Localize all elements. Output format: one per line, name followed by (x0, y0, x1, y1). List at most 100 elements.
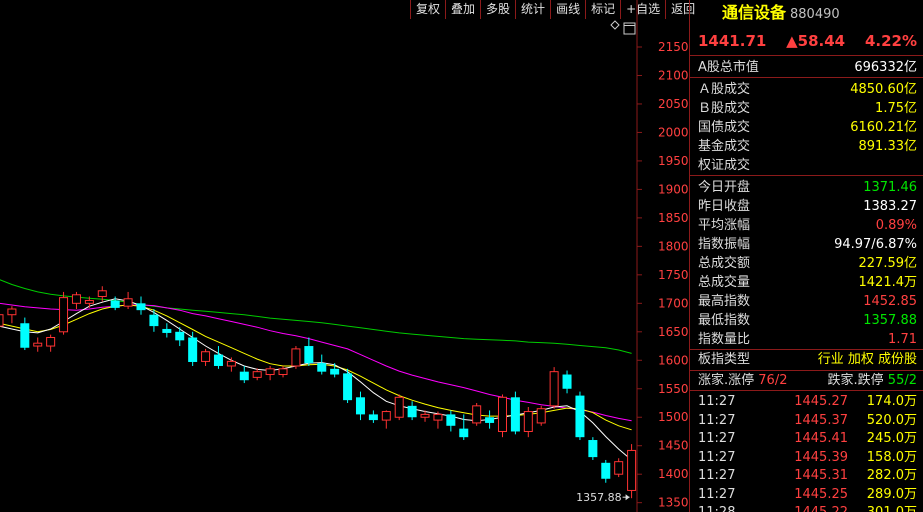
tick-time: 11:28 (698, 504, 758, 512)
stat-value: 94.97/6.87% (834, 237, 917, 252)
index-name: 通信设备 (722, 3, 787, 22)
tick-volume: 282.0万 (866, 468, 917, 483)
tick-volume: 245.0万 (866, 431, 917, 446)
candle-body-down (20, 323, 30, 348)
price-tick-label: 1700 (658, 296, 689, 310)
tick-row: 11:27 1445.25 289.0万 (690, 486, 923, 505)
tick-price: 1445.31 (794, 468, 848, 483)
candle-body-up (226, 360, 236, 367)
candle-body-up (381, 411, 391, 421)
turnover-value: 891.33亿 (858, 139, 918, 154)
last-price: 1441.71 (698, 31, 767, 50)
stat-row: 今日开盘 1371.46 (690, 178, 923, 197)
candle-body-down (459, 428, 469, 438)
candle-body-up (7, 308, 17, 316)
turnover-label: 基金成交 (698, 139, 751, 154)
tick-row: 11:27 1445.37 520.0万 (690, 412, 923, 431)
candle-body-up (265, 368, 275, 376)
candle-body-down (304, 346, 314, 364)
candle-body-up (536, 408, 546, 424)
market-cap-row: A股总市值 696332亿 (690, 56, 923, 78)
stat-row: 指数量比 1.71 (690, 330, 923, 349)
candle-body-up (291, 348, 301, 367)
candle-body-down (149, 314, 159, 327)
stat-value: 1371.46 (863, 180, 917, 195)
stat-label: 今日开盘 (698, 180, 751, 195)
tick-price: 1445.39 (794, 449, 848, 465)
candle-body-up (523, 411, 533, 432)
turnover-row: 权证成交 (690, 156, 923, 175)
stat-value: 227.59亿 (858, 256, 918, 271)
candle-body-up (46, 336, 56, 347)
stat-value: 0.89% (875, 218, 917, 233)
candle-body-down (330, 368, 340, 375)
price-tick-label: 1350 (658, 496, 689, 510)
kline-chart[interactable]: 2150 2100 2050 2000 1950 1900 1850 1800 1750 1700… (0, 0, 689, 512)
low-arrow-head (625, 494, 630, 501)
candle-body-up (420, 413, 430, 418)
stat-row: 昨日收盘 1383.27 (690, 197, 923, 216)
candle-body-up (33, 342, 43, 347)
candle-body-down (446, 414, 456, 426)
price-tick-label: 1650 (658, 325, 689, 339)
candle-body-up (394, 396, 404, 418)
price-change: ▲58.44 (786, 31, 846, 50)
tick-row: 11:27 1445.27 174.0万 (690, 393, 923, 412)
stat-row: 最低指数 1357.88 (690, 311, 923, 330)
candle-body-up (549, 371, 559, 407)
stat-row: 最高指数 1452.85 (690, 292, 923, 311)
kline-svg[interactable]: 2150 2100 2050 2000 1950 1900 1850 1800 1750 1700… (0, 0, 689, 512)
candle-body-down (188, 337, 198, 362)
price-tick-label: 1500 (658, 410, 689, 424)
stat-value: 1.71 (888, 332, 917, 347)
price-tick-label: 1800 (658, 239, 689, 253)
board-type-value[interactable]: 行业 加权 成份股 (818, 350, 917, 370)
low-price-annotation: 1357.88 (576, 491, 622, 504)
ma-magenta-line (0, 302, 632, 422)
tick-time: 11:27 (698, 449, 736, 465)
candle-body-down (588, 440, 598, 458)
ma-green-line (0, 279, 632, 354)
board-type-label: 板指类型 (698, 352, 751, 367)
turnover-row: Ｂ股成交 1.75亿 (690, 99, 923, 118)
candle-body-down (239, 371, 249, 381)
tick-price: 1445.25 (794, 486, 848, 502)
market-cap-value: 696332亿 (854, 60, 917, 75)
tick-list[interactable]: 11:27 1445.27 174.0万 11:27 1445.37 520.0万 11:2… (690, 391, 923, 512)
candle-body-up (97, 290, 107, 297)
candle-body-up (201, 351, 211, 362)
limit-up-label: 涨家.涨停 (698, 373, 755, 388)
stat-value: 1452.85 (863, 294, 917, 309)
price-tick-label: 1950 (658, 154, 689, 168)
tick-row: 11:27 1445.39 158.0万 (690, 449, 923, 468)
tick-row: 11:281445.22301.0万 (690, 504, 923, 512)
index-header: 通信设备 880490 (690, 0, 923, 26)
turnover-label: Ａ股成交 (698, 82, 751, 97)
stat-value: 1357.88 (863, 313, 917, 328)
ma-white-line (0, 298, 632, 461)
limit-row: 涨家.涨停 76/2 跌家.跌停 55/2 (690, 371, 923, 391)
candle-body-down (175, 331, 185, 341)
stat-label: 最高指数 (698, 294, 751, 309)
turnover-value: 1.75亿 (875, 101, 917, 116)
candle-body-down (601, 462, 611, 479)
stat-row: 总成交额 227.59亿 (690, 254, 923, 273)
stats-section: 今日开盘 1371.46 昨日收盘 1383.27 平均涨幅 0.89% 指数振幅 94.97… (690, 176, 923, 350)
turnover-label: 国债成交 (698, 120, 751, 135)
window-icon (623, 22, 636, 35)
limit-down-label: 跌家.跌停 (827, 373, 884, 388)
limit-down-group: 跌家.跌停 55/2 (828, 371, 917, 390)
candle-body-down (317, 363, 327, 372)
limit-down-value: 55/2 (887, 373, 917, 388)
candle-body-up (252, 371, 262, 378)
turnover-row: 基金成交 891.33亿 (690, 137, 923, 156)
candle-body-down (355, 397, 365, 415)
stat-label: 总成交额 (698, 256, 751, 271)
limit-up-group: 涨家.涨停 76/2 (698, 371, 787, 390)
candle-body-down (213, 354, 223, 366)
candle-body-up (627, 449, 637, 491)
limit-up-value: 76/2 (758, 373, 788, 388)
stat-label: 指数量比 (698, 332, 751, 347)
tick-time: 11:27 (698, 431, 736, 446)
market-cap-label: A股总市值 (698, 60, 759, 75)
